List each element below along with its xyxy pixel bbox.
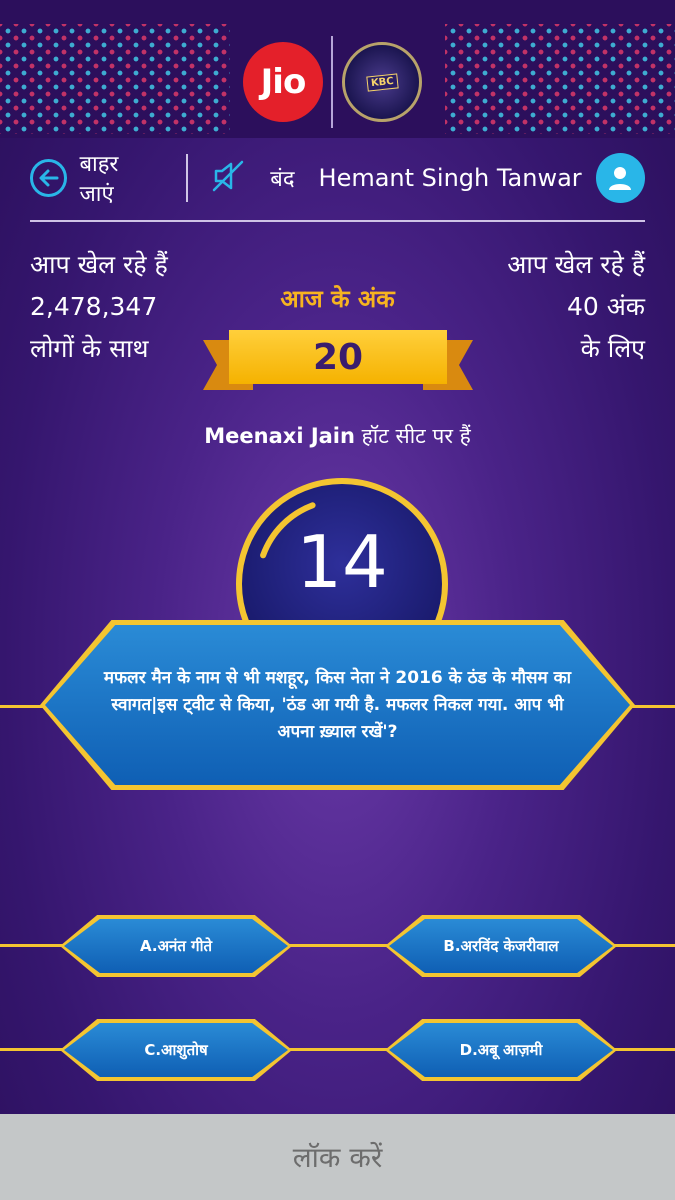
option-c-button[interactable]: C.आशुतोष: [60, 1019, 292, 1081]
user-name: Hemant Singh Tanwar: [318, 164, 582, 192]
option-a-button[interactable]: A.अनंत गीते: [60, 915, 292, 977]
speaker-muted-icon: [210, 158, 246, 198]
option-b-button[interactable]: B.अरविंद केजरीवाल: [385, 915, 617, 977]
option-c-label: C.आशुतोष: [64, 1023, 288, 1077]
points-line-3: के लिए: [580, 334, 645, 363]
back-arrow-icon: [30, 159, 68, 197]
decorative-dots: [0, 24, 230, 134]
option-d-label: D.अबू आज़मी: [389, 1023, 613, 1077]
hotseat-name: Meenaxi Jain: [204, 424, 355, 448]
option-d-button[interactable]: D.अबू आज़मी: [385, 1019, 617, 1081]
hotseat-text: Meenaxi Jain हॉट सीट पर हैं: [0, 422, 675, 450]
question-box: मफलर मैन के नाम से भी मशहूर, किस नेता ने…: [40, 620, 635, 790]
header-bar: बाहर जाएं बंद Hemant Singh Tanwar: [30, 148, 645, 208]
timer-seconds: 14: [296, 520, 388, 604]
decorative-dots: [445, 24, 675, 134]
exit-label: बाहर जाएं: [79, 152, 119, 207]
players-line-1: आप खेल रहे हैं: [30, 250, 168, 279]
option-a-label: A.अनंत गीते: [64, 919, 288, 973]
lock-answer-button[interactable]: लॉक करें: [0, 1114, 675, 1200]
top-banner: Jio KBC: [0, 0, 675, 138]
today-score-label: आज के अंक: [280, 285, 395, 313]
exit-button[interactable]: बाहर जाएं: [30, 148, 158, 208]
score-ribbon: 20: [203, 328, 473, 394]
players-line-3: लोगों के साथ: [30, 334, 149, 363]
question-text: मफलर मैन के नाम से भी मशहूर, किस नेता ने…: [45, 625, 630, 785]
hotseat-suffix: हॉट सीट पर हैं: [354, 424, 471, 448]
kbc-logo-mark: KBC: [365, 72, 399, 92]
points-line-1: आप खेल रहे हैं: [507, 250, 645, 279]
logo-divider: [331, 36, 333, 128]
option-b-label: B.अरविंद केजरीवाल: [389, 919, 613, 973]
header-divider: [30, 220, 645, 222]
sound-label: बंद: [270, 167, 295, 192]
user-avatar-icon[interactable]: [595, 153, 645, 203]
sound-toggle-button[interactable]: बंद: [210, 158, 295, 198]
jio-logo: Jio: [243, 42, 323, 122]
divider: [186, 154, 189, 202]
lock-answer-label: लॉक करें: [292, 1141, 383, 1174]
today-score-value: 20: [229, 330, 447, 384]
kbc-logo: KBC: [342, 42, 422, 122]
